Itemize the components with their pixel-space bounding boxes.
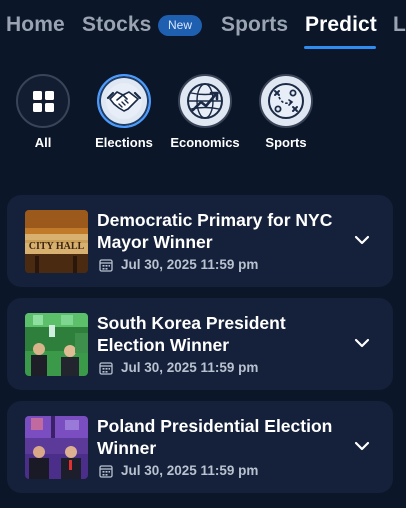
chevron-down-icon[interactable] — [353, 334, 371, 352]
chevron-down-icon[interactable] — [353, 231, 371, 249]
grid-icon — [32, 90, 54, 112]
market-card[interactable]: Poland Presidential Election Winner Jul … — [7, 401, 393, 493]
market-date: Jul 30, 2025 11:59 pm — [99, 463, 258, 478]
top-nav: Home Stocks New Sports Predict L — [0, 0, 406, 56]
market-date: Jul 30, 2025 11:59 pm — [99, 360, 258, 375]
category-economics-circle — [178, 74, 232, 128]
market-date-text: Jul 30, 2025 11:59 pm — [121, 360, 259, 375]
market-card[interactable]: South Korea President Election Winner Ju… — [7, 298, 393, 390]
calendar-icon — [99, 464, 113, 478]
market-title: Democratic Primary for NYC Mayor Winner — [97, 210, 333, 252]
market-thumbnail: CITY HALL — [25, 210, 88, 273]
category-sports-circle — [259, 74, 313, 128]
thumbnail-text: CITY HALL — [29, 241, 85, 252]
calendar-icon — [99, 361, 113, 375]
category-all-circle — [16, 74, 70, 128]
calendar-icon — [99, 258, 113, 272]
market-date-text: Jul 30, 2025 11:59 pm — [121, 463, 259, 478]
nav-tab-predict[interactable]: Predict — [305, 13, 377, 37]
category-label: Economics — [170, 135, 240, 150]
market-date-text: Jul 30, 2025 11:59 pm — [121, 257, 259, 272]
new-badge: New — [158, 15, 203, 36]
category-label: Elections — [95, 135, 153, 150]
category-label: All — [34, 135, 52, 150]
playbook-icon — [268, 83, 304, 119]
market-title: South Korea President Election Winner — [97, 313, 286, 355]
category-economics[interactable]: Economics — [160, 74, 250, 150]
nav-tab-sports[interactable]: Sports — [221, 13, 288, 37]
category-elections-circle — [97, 74, 151, 128]
category-sports[interactable]: Sports — [241, 74, 331, 150]
market-thumbnail — [25, 416, 88, 479]
active-tab-indicator — [304, 46, 376, 49]
handshake-icon — [106, 83, 142, 119]
market-thumbnail — [25, 313, 88, 376]
category-label: Sports — [265, 135, 307, 150]
market-title: Poland Presidential Election Winner — [97, 416, 333, 458]
nav-tab-more[interactable]: L — [393, 13, 406, 37]
category-elections[interactable]: Elections — [79, 74, 169, 150]
category-all[interactable]: All — [0, 74, 88, 150]
nav-tab-home[interactable]: Home — [6, 13, 65, 37]
globe-chart-icon — [187, 83, 223, 119]
chevron-down-icon[interactable] — [353, 437, 371, 455]
market-date: Jul 30, 2025 11:59 pm — [99, 257, 258, 272]
nav-tab-stocks[interactable]: Stocks — [82, 13, 151, 37]
market-card[interactable]: CITY HALL Democratic Primary for NYC May… — [7, 195, 393, 287]
